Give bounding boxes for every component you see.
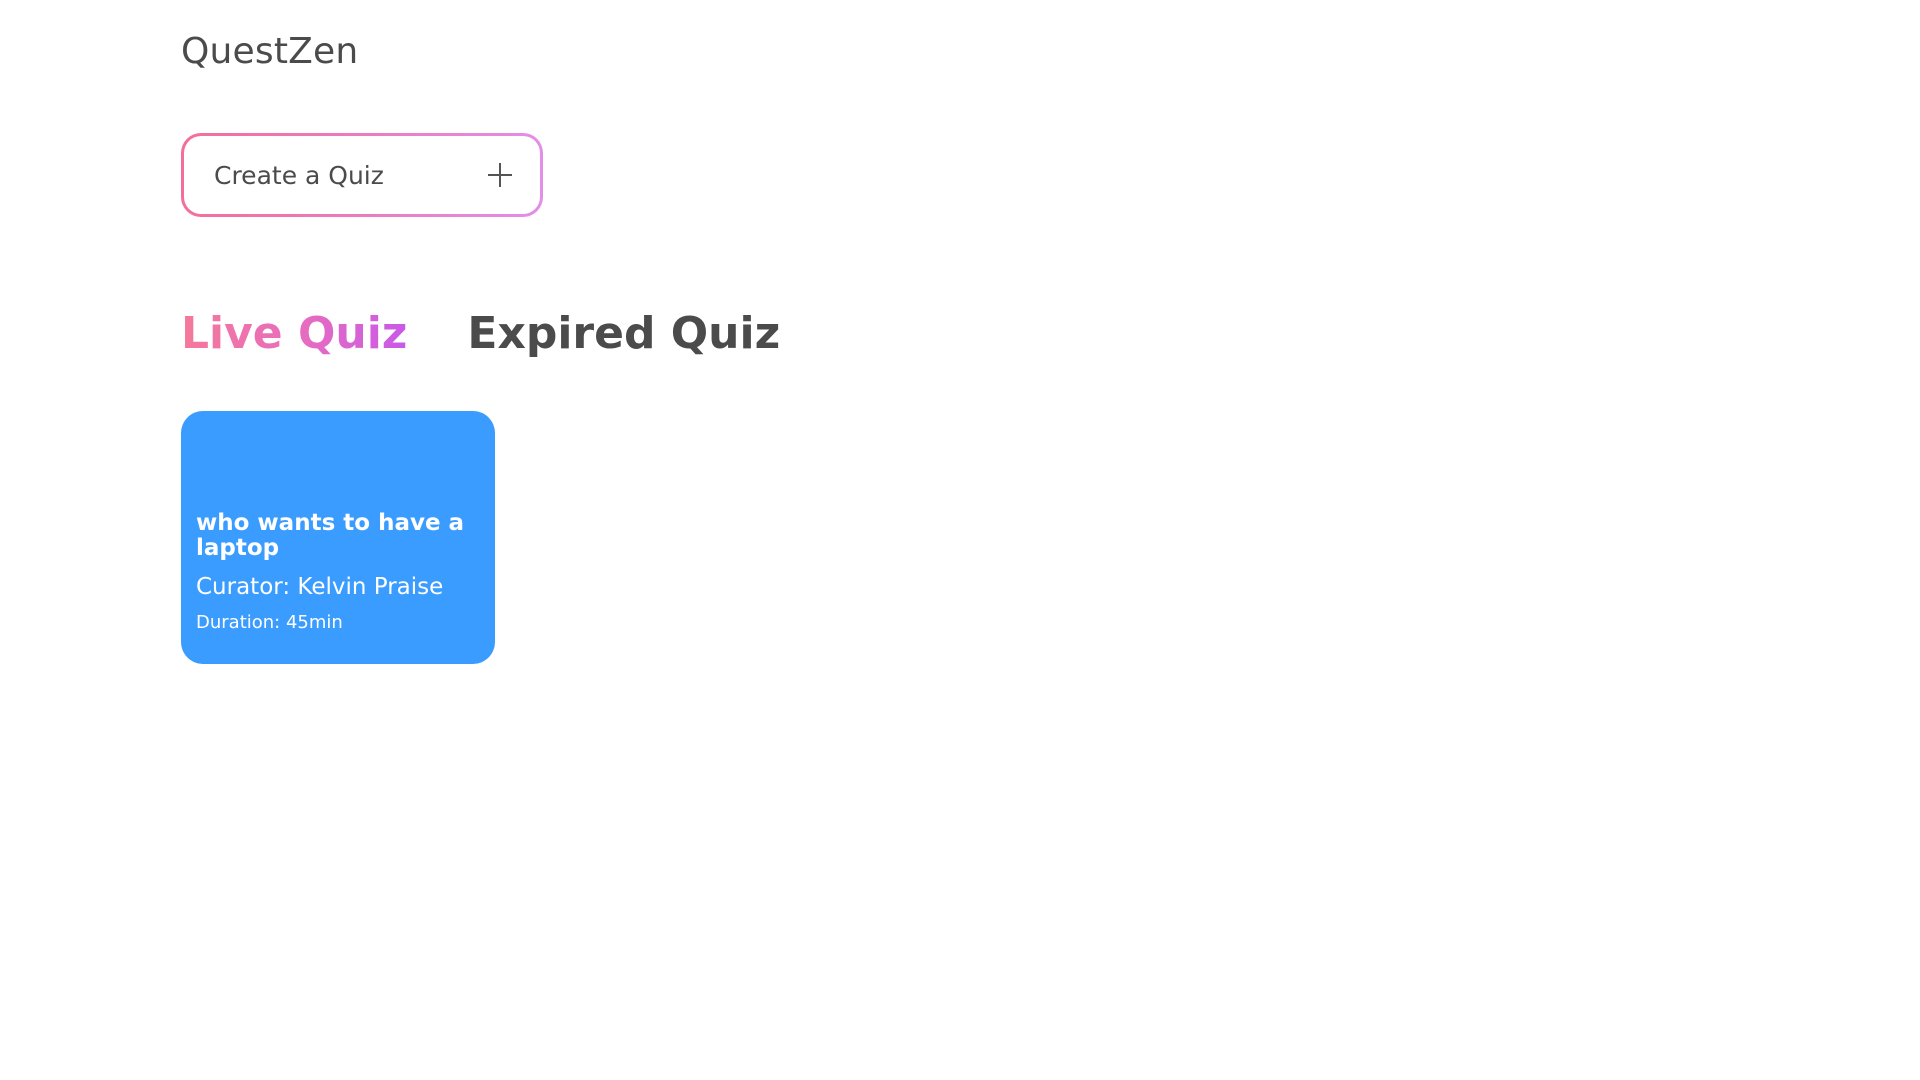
create-quiz-label: Create a Quiz: [214, 160, 384, 190]
page: QuestZen Create a Quiz Live Quiz Expired…: [0, 0, 1920, 1080]
tab-live-quiz[interactable]: Live Quiz: [181, 309, 407, 358]
quiz-tabs: Live Quiz Expired Quiz: [181, 309, 780, 358]
tab-expired-quiz[interactable]: Expired Quiz: [467, 309, 780, 358]
create-quiz-button[interactable]: Create a Quiz: [181, 133, 543, 217]
app-logo[interactable]: QuestZen: [181, 31, 358, 72]
create-quiz-button-inner[interactable]: Create a Quiz: [184, 136, 540, 214]
quiz-duration: Duration: 45min: [196, 612, 343, 633]
plus-icon: [488, 163, 512, 187]
quiz-card[interactable]: who wants to have a laptop Curator: Kelv…: [181, 411, 495, 664]
quiz-curator: Curator: Kelvin Praise: [196, 574, 444, 600]
quiz-title: who wants to have a laptop: [196, 510, 465, 561]
